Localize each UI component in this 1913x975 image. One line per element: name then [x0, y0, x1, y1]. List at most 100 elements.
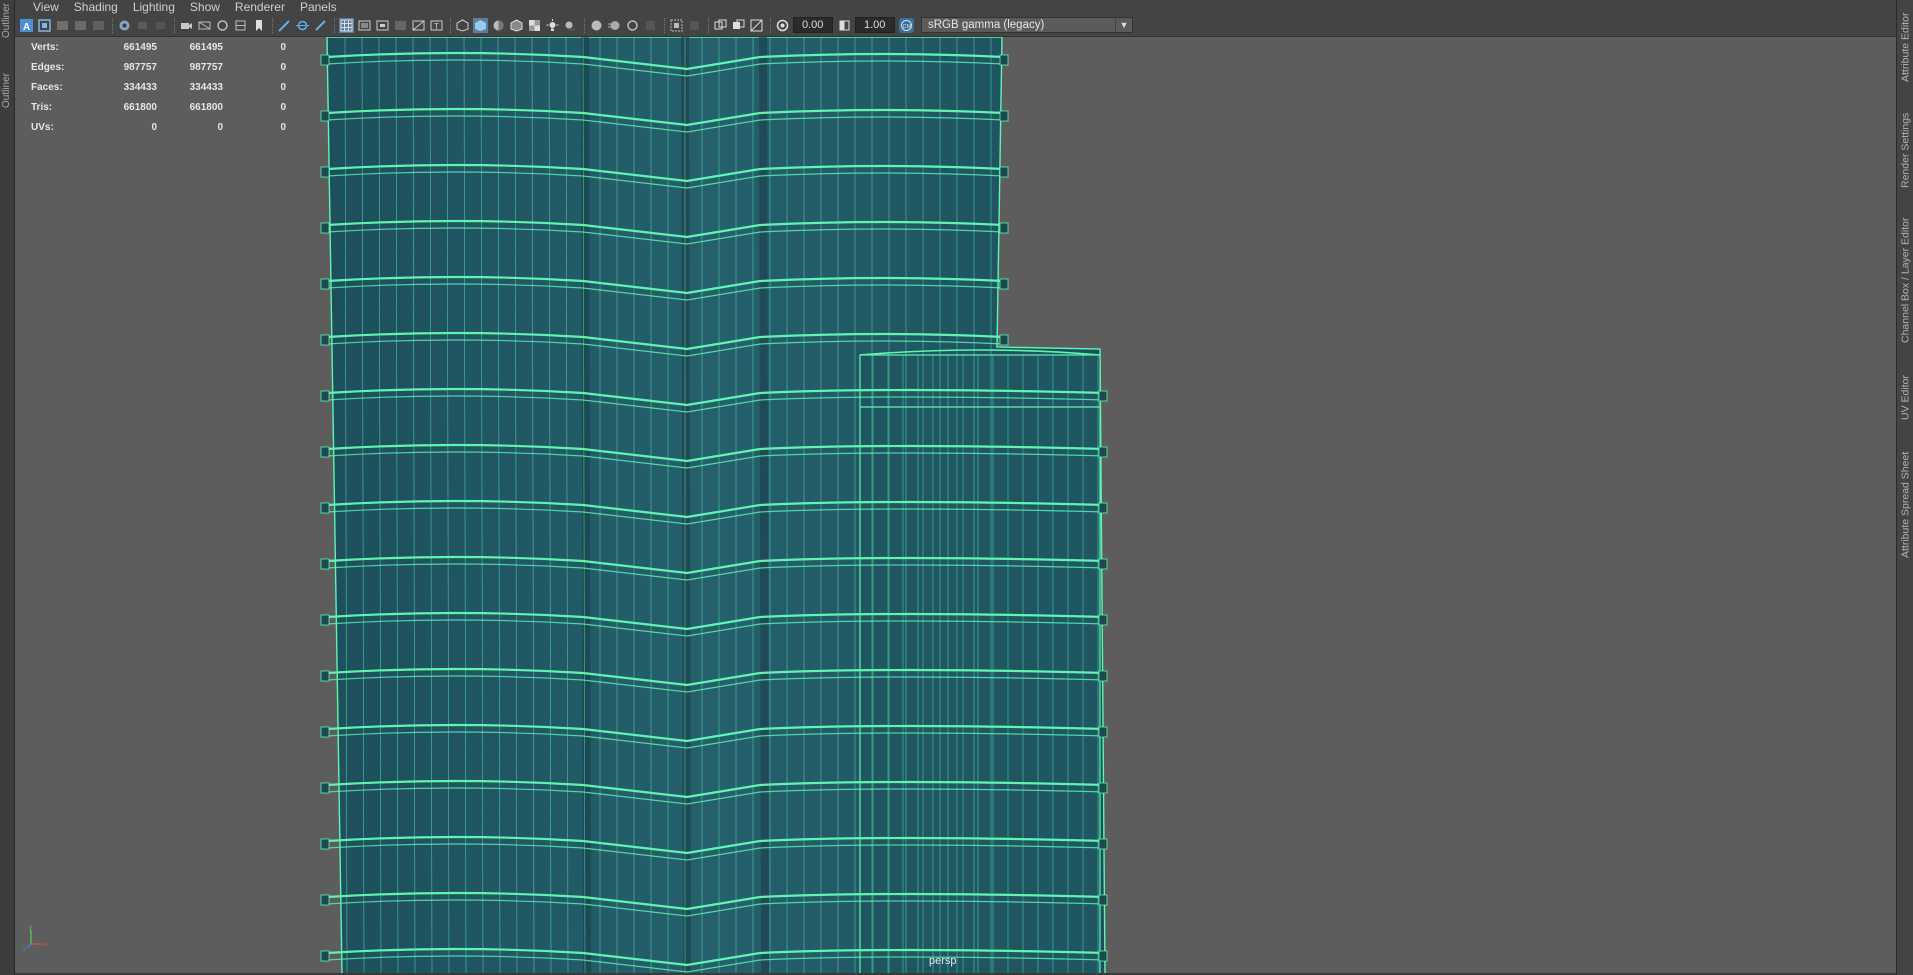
hud-label: Tris:	[31, 101, 53, 113]
ledge-left	[320, 950, 330, 962]
ledge-left	[320, 894, 330, 906]
hud-label: Verts:	[31, 41, 59, 53]
depth-of-field-icon[interactable]	[643, 18, 658, 33]
left-outliner-strip: Outliner Outliner	[0, 0, 15, 975]
hud-value: 0	[280, 121, 286, 133]
building-mesh[interactable]	[15, 37, 1896, 973]
ledge-left	[320, 502, 330, 514]
shadows-icon[interactable]	[563, 18, 578, 33]
ledge-left	[320, 110, 330, 122]
tab-render-settings[interactable]: Render Settings	[1899, 105, 1912, 195]
backface-culling-icon[interactable]	[749, 18, 764, 33]
hud-row-faces: Faces: 334433 334433 0	[31, 77, 286, 97]
ledge-right	[1098, 558, 1108, 570]
ledge-left	[320, 390, 330, 402]
xray-joints-icon[interactable]	[713, 18, 728, 33]
ledge-left	[320, 670, 330, 682]
hud-value: 987757	[189, 61, 223, 73]
exposure-field[interactable]: 0.00	[793, 17, 833, 33]
hud-value: 334433	[189, 81, 223, 93]
safe-action-icon[interactable]	[277, 18, 292, 33]
exposure-icon[interactable]	[775, 18, 790, 33]
hud-label: UVs:	[31, 121, 54, 133]
pencil-icon[interactable]	[313, 18, 328, 33]
ledge-left	[320, 222, 330, 234]
grid-icon[interactable]	[339, 17, 354, 33]
safe-title-icon[interactable]	[295, 18, 310, 33]
ledge-left	[320, 838, 330, 850]
menu-panels[interactable]: Panels	[292, 0, 344, 14]
outliner-tab[interactable]: Outliner	[1, 60, 14, 120]
select-camera-icon[interactable]: A	[19, 18, 34, 33]
gate-mask-icon[interactable]	[393, 18, 408, 33]
xray-icon[interactable]	[687, 18, 702, 33]
ledge-left	[320, 334, 330, 346]
menu-shading[interactable]: Shading	[66, 0, 125, 14]
anti-aliasing-icon[interactable]	[625, 18, 640, 33]
smooth-shade-icon[interactable]	[473, 17, 488, 33]
svg-text:A: A	[23, 22, 30, 32]
hud-value: 0	[151, 121, 157, 133]
ledge-right	[1098, 670, 1108, 682]
default-material-icon[interactable]	[491, 18, 506, 33]
gamma-field[interactable]: 1.00	[855, 17, 895, 33]
gate-icon[interactable]	[153, 18, 168, 33]
bookmark-flag-icon[interactable]	[251, 18, 266, 33]
ledge-right	[999, 278, 1009, 290]
textured-icon[interactable]	[527, 18, 542, 33]
mesh-wireframe-group	[320, 37, 1108, 973]
wireframe-icon[interactable]	[455, 18, 470, 33]
motion-blur-icon[interactable]	[607, 18, 622, 33]
wireframe-on-shaded-icon[interactable]	[509, 18, 524, 33]
menu-view[interactable]: View	[25, 0, 66, 14]
screen-space-ao-icon[interactable]	[589, 18, 604, 33]
axis-x-label: x	[44, 942, 47, 948]
ledge-left	[320, 278, 330, 290]
axis-z-label: z	[23, 947, 26, 952]
isolate-select-icon[interactable]	[669, 18, 684, 33]
tab-uv-editor[interactable]: UV Editor	[1899, 365, 1912, 430]
view-transform-value: sRGB gamma (legacy)	[928, 19, 1045, 31]
xray-active-components-icon[interactable]	[731, 18, 746, 33]
grease-pencil-icon[interactable]	[117, 18, 132, 33]
right-tab-strip: Attribute Editor Render Settings Channel…	[1896, 0, 1913, 975]
outliner-tab-top[interactable]: Outliner	[1, 0, 14, 40]
gamma-icon[interactable]	[837, 18, 852, 33]
camera-icon[interactable]	[179, 18, 194, 33]
film-gate-toggle-icon[interactable]	[357, 18, 372, 33]
ledge-left	[320, 54, 330, 66]
hud-value: 987757	[123, 61, 157, 73]
film-gate-icon[interactable]	[197, 18, 212, 33]
camera-attributes-icon[interactable]	[37, 18, 52, 33]
poly-count-hud: Verts: 661495 661495 0 Edges: 987757 987…	[31, 37, 286, 137]
ledge-left	[320, 614, 330, 626]
ledge-right	[999, 54, 1009, 66]
hud-label: Edges:	[31, 61, 65, 73]
chevron-down-icon[interactable]: ▼	[1115, 18, 1132, 32]
perspective-viewport[interactable]: Verts: 661495 661495 0 Edges: 987757 987…	[15, 36, 1896, 973]
resolution-gate-icon[interactable]	[215, 18, 230, 33]
tab-attribute-spread-sheet[interactable]: Attribute Spread Sheet	[1899, 440, 1912, 570]
tab-channel-box-layer-editor[interactable]: Channel Box / Layer Editor	[1899, 205, 1912, 355]
hud-row-tris: Tris: 661800 661800 0	[31, 97, 286, 117]
image-plane-icon[interactable]	[73, 18, 88, 33]
bookmark-icon[interactable]	[55, 18, 70, 33]
menu-lighting[interactable]: Lighting	[125, 0, 182, 14]
menu-renderer[interactable]: Renderer	[227, 0, 292, 14]
snapshot-icon[interactable]	[135, 18, 150, 33]
2d-pan-zoom-icon[interactable]	[91, 18, 106, 33]
color-management-icon[interactable]: CM	[899, 17, 914, 33]
resolution-toggle-icon[interactable]	[375, 18, 390, 33]
safe-title-toggle-icon[interactable]: T	[429, 18, 444, 33]
ledge-left	[320, 166, 330, 178]
view-transform-dropdown[interactable]: sRGB gamma (legacy) ▼	[921, 17, 1133, 33]
hud-value: 661800	[123, 101, 157, 113]
tab-attribute-editor[interactable]: Attribute Editor	[1899, 0, 1912, 95]
field-chart-icon[interactable]	[233, 18, 248, 33]
field-chart-toggle-icon[interactable]	[411, 18, 426, 33]
use-all-lights-icon[interactable]	[545, 18, 560, 33]
hud-value: 0	[280, 101, 286, 113]
hud-value: 661495	[123, 41, 157, 53]
menu-show[interactable]: Show	[182, 0, 227, 14]
hud-row-verts: Verts: 661495 661495 0	[31, 37, 286, 57]
